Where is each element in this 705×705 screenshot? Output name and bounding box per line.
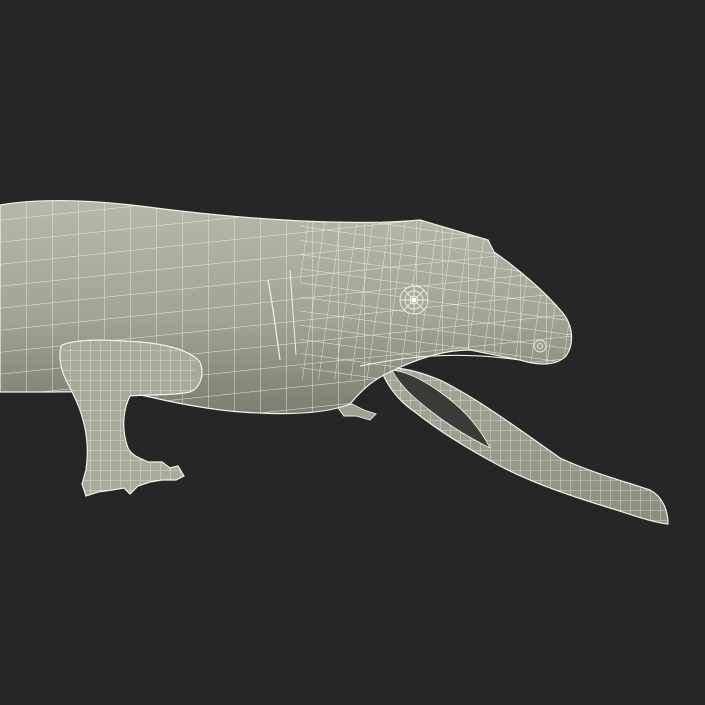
nostril-icon [533,339,547,353]
eye-icon [399,285,429,315]
front-leg [59,339,203,497]
render-viewport [0,0,705,705]
lizard-wireframe-render [0,199,669,525]
hind-claw [337,403,377,421]
